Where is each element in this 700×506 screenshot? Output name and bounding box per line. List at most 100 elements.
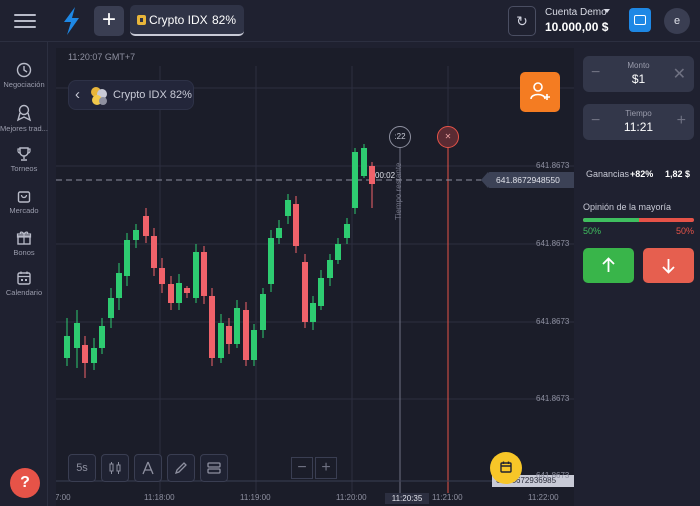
account-type[interactable]: Cuenta Demo xyxy=(545,7,607,18)
help-button[interactable]: ? xyxy=(10,468,40,498)
earnings-label: Ganancias xyxy=(586,169,630,179)
candle xyxy=(193,252,199,298)
account-balance: 10.000,00 $ xyxy=(545,20,609,34)
asset-tab-payout: 82% xyxy=(211,13,236,27)
candle xyxy=(251,330,257,360)
user-add-icon xyxy=(530,82,550,100)
time-field[interactable]: − Tiempo 11:21 + xyxy=(583,104,694,140)
compass-icon xyxy=(142,461,154,475)
x-tick-label: 11:18:00 xyxy=(144,493,175,502)
wallet-button[interactable] xyxy=(629,8,651,32)
sidebar-item-top-traders[interactable]: Mejores trad... xyxy=(0,104,48,133)
majority-opinion-fill xyxy=(583,218,639,222)
sidebar-item-label: Mercado xyxy=(9,206,39,215)
majority-opinion-bar xyxy=(583,218,694,222)
menu-icon[interactable] xyxy=(12,10,38,32)
sidebar-item-label: Torneos xyxy=(10,164,38,173)
candle xyxy=(218,323,224,358)
x-tick-label: 11:21:00 xyxy=(432,493,463,502)
candle xyxy=(64,336,70,358)
social-trading-button[interactable] xyxy=(520,72,560,112)
zoom-out-button[interactable]: − xyxy=(291,457,313,479)
zoom-in-button[interactable]: + xyxy=(315,457,337,479)
candle xyxy=(285,200,291,216)
candle xyxy=(276,228,282,238)
time-increase-button[interactable]: + xyxy=(677,112,686,130)
layout-icon xyxy=(207,462,221,474)
candle xyxy=(133,230,139,240)
calendar-icon xyxy=(17,271,31,285)
candle xyxy=(108,298,114,318)
y-tick-label: 641.8673 xyxy=(536,394,570,403)
zoom-controls: − + xyxy=(291,457,337,479)
candle xyxy=(176,283,182,303)
candle xyxy=(352,152,358,208)
candle xyxy=(327,260,333,278)
price-chart[interactable]: 11:20:07 GMT+7 ‹ Crypto IDX 82% :22 ✕ Ti… xyxy=(56,48,574,506)
candle xyxy=(184,288,190,293)
candle xyxy=(318,278,324,306)
expiry-countdown-circle: :22 xyxy=(389,126,411,148)
clock-icon xyxy=(16,62,32,78)
candle xyxy=(168,284,174,303)
refresh-balance-button[interactable]: ↻ xyxy=(508,6,536,36)
chevron-left-icon[interactable]: ‹ xyxy=(75,86,80,103)
sidebar-item-bonuses[interactable]: Bonos xyxy=(0,230,48,257)
sidebar-item-trading[interactable]: Negociación xyxy=(0,62,48,89)
asset-tab-name: Crypto IDX xyxy=(149,13,208,27)
trade-panel: − Monto $1 ✕ − Tiempo 11:21 + Ganancias … xyxy=(574,42,700,506)
sidebar-item-label: Calendario xyxy=(5,288,43,297)
calendar-icon xyxy=(500,461,512,473)
candle xyxy=(74,323,80,348)
candlestick-chart[interactable] xyxy=(56,48,574,506)
asset-selector-label: Crypto IDX 82% xyxy=(113,89,192,101)
shopping-bag-icon xyxy=(17,191,31,203)
sidebar-item-market[interactable]: Mercado xyxy=(0,188,48,215)
earnings-percent: +82% xyxy=(630,169,654,179)
candle xyxy=(310,303,316,322)
candle xyxy=(268,238,274,284)
x-tick-label: 11:19:00 xyxy=(240,493,271,502)
asset-tab-crypto-idx[interactable]: Crypto IDX 82% xyxy=(130,5,244,36)
chart-type-button[interactable] xyxy=(101,454,129,482)
trade-history-button[interactable] xyxy=(490,452,522,484)
asset-selector[interactable]: ‹ Crypto IDX 82% xyxy=(68,80,194,110)
amount-increase-button[interactable]: ✕ xyxy=(673,64,686,84)
indicators-button[interactable] xyxy=(134,454,162,482)
candle xyxy=(151,236,157,268)
timeframe-button[interactable]: 5s xyxy=(68,454,96,482)
candle xyxy=(234,308,240,344)
candle xyxy=(116,273,122,298)
trophy-icon xyxy=(17,147,31,161)
candle xyxy=(226,326,232,344)
candle xyxy=(260,294,266,330)
current-time-label: 11:20:35 xyxy=(385,493,429,504)
close-trade-icon[interactable]: ✕ xyxy=(437,126,459,148)
avatar[interactable]: e xyxy=(664,8,690,34)
buy-up-button[interactable] xyxy=(583,248,634,283)
y-tick-label: 641.8673 xyxy=(536,471,570,480)
sell-down-button[interactable] xyxy=(643,248,694,283)
candle xyxy=(143,216,149,236)
layout-button[interactable] xyxy=(200,454,228,482)
candle-countdown: 00:02 xyxy=(375,171,396,180)
medal-icon xyxy=(16,104,32,122)
sidebar-item-tournaments[interactable]: Torneos xyxy=(0,146,48,173)
candle xyxy=(243,310,249,360)
sidebar-item-calendar[interactable]: Calendario xyxy=(0,270,48,297)
sidebar-item-label: Mejores trad... xyxy=(0,124,48,133)
amount-field[interactable]: − Monto $1 ✕ xyxy=(583,56,694,92)
opinion-down-percent: 50% xyxy=(675,226,694,236)
sidebar: Negociación Mejores trad... Torneos Merc… xyxy=(0,42,48,506)
x-tick-label: 11:22:00 xyxy=(528,493,559,502)
add-asset-button[interactable]: + xyxy=(94,6,124,36)
drawing-tools-button[interactable] xyxy=(167,454,195,482)
chevron-down-icon[interactable] xyxy=(604,9,610,13)
candle xyxy=(91,348,97,363)
crypto-coins-icon xyxy=(91,87,107,105)
candle xyxy=(159,268,165,284)
y-tick-label: 641.8673 xyxy=(536,317,570,326)
candle xyxy=(82,345,88,363)
gift-icon xyxy=(16,231,32,245)
candle xyxy=(293,204,299,246)
